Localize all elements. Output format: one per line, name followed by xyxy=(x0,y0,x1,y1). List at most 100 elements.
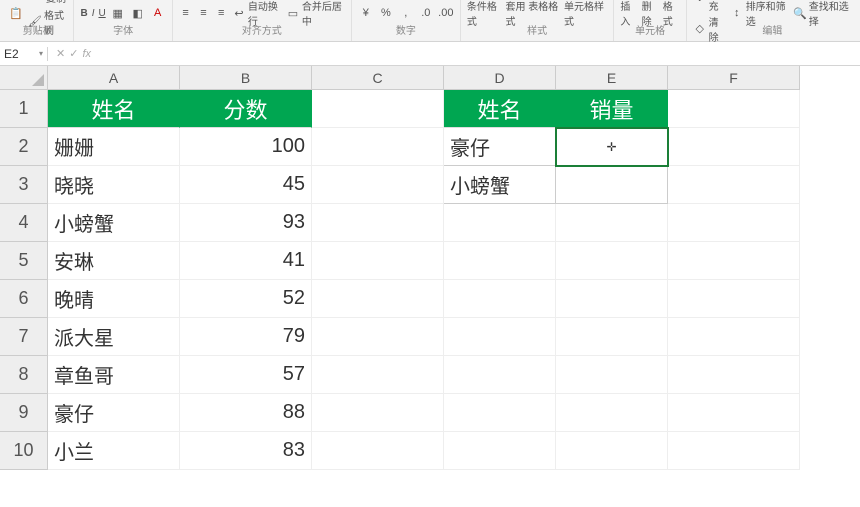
cell-A1[interactable]: 姓名 xyxy=(48,90,180,128)
align-center-icon[interactable]: ≡ xyxy=(197,5,211,21)
italic-button[interactable]: I xyxy=(92,8,95,19)
cell-C7[interactable] xyxy=(312,318,444,356)
comma-icon[interactable]: , xyxy=(398,5,414,21)
cell-A5[interactable]: 安琳 xyxy=(48,242,180,280)
cell-D1[interactable]: 姓名 xyxy=(444,90,556,128)
col-head-D[interactable]: D xyxy=(444,66,556,90)
cell-B5[interactable]: 41 xyxy=(180,242,312,280)
align-right-icon[interactable]: ≡ xyxy=(214,5,228,21)
cell-E8[interactable] xyxy=(556,356,668,394)
col-head-A[interactable]: A xyxy=(48,66,180,90)
row-head-8[interactable]: 8 xyxy=(0,356,48,394)
cell-C8[interactable] xyxy=(312,356,444,394)
cell-F8[interactable] xyxy=(668,356,800,394)
cell-B9[interactable]: 88 xyxy=(180,394,312,432)
col-head-F[interactable]: F xyxy=(668,66,800,90)
cell-F9[interactable] xyxy=(668,394,800,432)
row-head-1[interactable]: 1 xyxy=(0,90,48,128)
percent-icon[interactable]: % xyxy=(378,5,394,21)
cell-D8[interactable] xyxy=(444,356,556,394)
cell-D10[interactable] xyxy=(444,432,556,470)
cell-C9[interactable] xyxy=(312,394,444,432)
row-head-3[interactable]: 3 xyxy=(0,166,48,204)
select-all-corner[interactable] xyxy=(0,66,48,90)
row-head-5[interactable]: 5 xyxy=(0,242,48,280)
row-head-6[interactable]: 6 xyxy=(0,280,48,318)
cell-B2[interactable]: 100 xyxy=(180,128,312,166)
cell-D9[interactable] xyxy=(444,394,556,432)
cell-D7[interactable] xyxy=(444,318,556,356)
cell-A4[interactable]: 小螃蟹 xyxy=(48,204,180,242)
paste-button[interactable]: 📋 xyxy=(8,5,24,21)
cell-E9[interactable] xyxy=(556,394,668,432)
cell-C2[interactable] xyxy=(312,128,444,166)
cell-B8[interactable]: 57 xyxy=(180,356,312,394)
cell-D3[interactable]: 小螃蟹 xyxy=(444,166,556,204)
format-button[interactable]: 格式 xyxy=(663,0,680,28)
merge-button[interactable]: ▭合并后居中 xyxy=(286,0,345,28)
row-head-9[interactable]: 9 xyxy=(0,394,48,432)
cell-F5[interactable] xyxy=(668,242,800,280)
border-icon[interactable]: ▦ xyxy=(110,5,126,21)
cell-C5[interactable] xyxy=(312,242,444,280)
bold-button[interactable]: B xyxy=(80,8,87,19)
cell-A2[interactable]: 姗姗 xyxy=(48,128,180,166)
accept-formula-icon[interactable]: ✓ xyxy=(69,47,78,60)
fill-button[interactable]: ↧填充 xyxy=(693,0,726,13)
cell-A7[interactable]: 派大星 xyxy=(48,318,180,356)
cell-C1[interactable] xyxy=(312,90,444,128)
row-head-10[interactable]: 10 xyxy=(0,432,48,470)
cell-A10[interactable]: 小兰 xyxy=(48,432,180,470)
cell-style-button[interactable]: 单元格样式 xyxy=(564,0,607,28)
sort-button[interactable]: ↕排序和筛选 xyxy=(730,0,789,28)
cell-B6[interactable]: 52 xyxy=(180,280,312,318)
font-color-icon[interactable]: A xyxy=(150,5,166,21)
cell-F2[interactable] xyxy=(668,128,800,166)
cell-F10[interactable] xyxy=(668,432,800,470)
cell-F6[interactable] xyxy=(668,280,800,318)
cell-E4[interactable] xyxy=(556,204,668,242)
cell-A3[interactable]: 晓晓 xyxy=(48,166,180,204)
cell-B10[interactable]: 83 xyxy=(180,432,312,470)
clear-button[interactable]: ◇清除 xyxy=(693,14,726,44)
cell-F7[interactable] xyxy=(668,318,800,356)
row-head-4[interactable]: 4 xyxy=(0,204,48,242)
currency-icon[interactable]: ¥ xyxy=(358,5,374,21)
cond-format-button[interactable]: 条件格式 xyxy=(467,0,502,28)
cell-E6[interactable] xyxy=(556,280,668,318)
table-format-button[interactable]: 套用 表格格式 xyxy=(506,0,560,28)
cell-A9[interactable]: 豪仔 xyxy=(48,394,180,432)
cell-B1[interactable]: 分数 xyxy=(180,90,312,128)
delete-button[interactable]: 删除 xyxy=(642,0,659,28)
chevron-down-icon[interactable]: ▾ xyxy=(39,49,43,58)
find-button[interactable]: 🔍查找和选择 xyxy=(793,0,852,28)
row-head-2[interactable]: 2 xyxy=(0,128,48,166)
cell-E7[interactable] xyxy=(556,318,668,356)
col-head-C[interactable]: C xyxy=(312,66,444,90)
col-head-E[interactable]: E xyxy=(556,66,668,90)
cell-B4[interactable]: 93 xyxy=(180,204,312,242)
cell-F1[interactable] xyxy=(668,90,800,128)
inc-decimal-icon[interactable]: .0 xyxy=(418,5,434,21)
cell-D2[interactable]: 豪仔 xyxy=(444,128,556,166)
cell-B7[interactable]: 79 xyxy=(180,318,312,356)
copy-button[interactable]: ⧉复制 xyxy=(28,0,67,6)
cell-D5[interactable] xyxy=(444,242,556,280)
col-head-B[interactable]: B xyxy=(180,66,312,90)
cell-E10[interactable] xyxy=(556,432,668,470)
fill-color-icon[interactable]: ◧ xyxy=(130,5,146,21)
cell-A6[interactable]: 晚晴 xyxy=(48,280,180,318)
name-box[interactable]: E2 ▾ xyxy=(0,47,48,61)
cell-B3[interactable]: 45 xyxy=(180,166,312,204)
dec-decimal-icon[interactable]: .00 xyxy=(438,5,454,21)
align-left-icon[interactable]: ≡ xyxy=(179,5,193,21)
cell-D4[interactable] xyxy=(444,204,556,242)
underline-button[interactable]: U xyxy=(98,8,105,19)
wrap-button[interactable]: ↩自动换行 xyxy=(232,0,282,28)
cell-C4[interactable] xyxy=(312,204,444,242)
cell-A8[interactable]: 章鱼哥 xyxy=(48,356,180,394)
cell-F3[interactable] xyxy=(668,166,800,204)
cell-E3[interactable] xyxy=(556,166,668,204)
cell-E1[interactable]: 销量 xyxy=(556,90,668,128)
cell-F4[interactable] xyxy=(668,204,800,242)
